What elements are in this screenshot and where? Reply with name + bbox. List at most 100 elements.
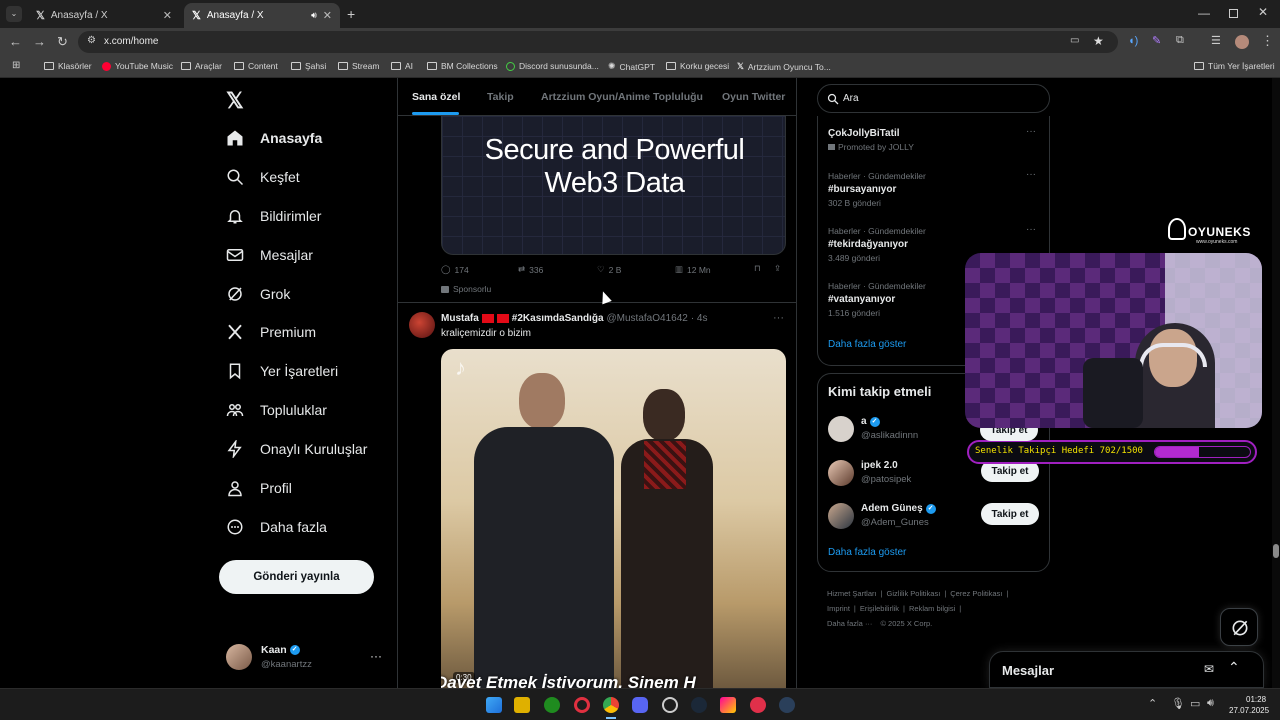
browser-tab[interactable]: 𝕏 Anasayfa / X ✕ bbox=[28, 3, 180, 28]
search-input[interactable]: Ara bbox=[817, 84, 1050, 113]
bookmark-item[interactable]: Tüm Yer İşaretleri bbox=[1194, 61, 1275, 71]
discord-icon[interactable] bbox=[632, 697, 648, 713]
follow-suggestion[interactable]: Adem Güneş ✓ @Adem_Gunes Takip et bbox=[828, 501, 1043, 533]
speaker-icon[interactable]: 🔊︎ bbox=[311, 10, 317, 21]
bookmark-item[interactable]: Discord sunusunda... bbox=[506, 61, 599, 71]
views-button[interactable]: ▥ 12 Mn bbox=[675, 264, 711, 275]
post-avatar[interactable] bbox=[409, 312, 435, 338]
post-time[interactable]: · 4s bbox=[691, 313, 708, 324]
sidebar-item-verified-orgs[interactable]: Onaylı Kuruluşlar bbox=[226, 440, 367, 458]
opera-icon[interactable] bbox=[574, 697, 590, 713]
share-icon[interactable]: ⇪ bbox=[774, 263, 781, 274]
sidebar-item-explore[interactable]: Keşfet bbox=[226, 168, 300, 186]
scrollbar[interactable] bbox=[1272, 78, 1280, 688]
bookmark-item[interactable]: Şahsi bbox=[291, 61, 326, 71]
back-icon[interactable]: ← bbox=[9, 34, 22, 49]
sidebar-item-communities[interactable]: Topluluklar bbox=[226, 401, 327, 419]
post-author-name[interactable]: Mustafa bbox=[441, 313, 479, 324]
trend-item[interactable]: ÇokJollyBiTatil Promoted by JOLLY ··· bbox=[828, 126, 1043, 152]
close-window-button[interactable]: ✕ bbox=[1258, 5, 1268, 19]
bookmark-item[interactable]: AI bbox=[391, 61, 413, 71]
bookmark-item[interactable]: Stream bbox=[338, 61, 379, 71]
post-more-icon[interactable]: ··· bbox=[773, 312, 784, 324]
trends-show-more-link[interactable]: Daha fazla göster bbox=[828, 339, 906, 350]
bookmark-item[interactable]: ✺ ChatGPT bbox=[608, 61, 655, 72]
sidebar-item-notifications[interactable]: Bildirimler bbox=[226, 207, 321, 225]
post-video[interactable]: ♪ 0:30 Davet Etmek İstiyorum, Sinem H bbox=[441, 349, 786, 688]
post-handle[interactable]: @MustafaO41642 bbox=[607, 313, 688, 324]
media-player-icon[interactable] bbox=[750, 697, 766, 713]
store-icon[interactable] bbox=[514, 697, 530, 713]
tab-community[interactable]: Artzzium Oyun/Anime Topluluğu bbox=[541, 91, 703, 103]
sidebar-item-profile[interactable]: Profil bbox=[226, 479, 292, 497]
chrome-icon[interactable] bbox=[603, 697, 619, 713]
steam-icon[interactable] bbox=[691, 697, 707, 713]
sidebar-item-premium[interactable]: Premium bbox=[226, 323, 316, 341]
pen-extension-icon[interactable]: ✎ bbox=[1152, 34, 1161, 47]
kebab-menu-icon[interactable]: ⋮ bbox=[1261, 33, 1274, 49]
repost-button[interactable]: ⇄ 336 bbox=[518, 264, 543, 275]
bookmark-item[interactable]: YouTube Music bbox=[102, 61, 173, 71]
sidebar-item-messages[interactable]: Mesajlar bbox=[226, 246, 313, 264]
volume-icon[interactable]: 🔊︎ bbox=[1207, 697, 1214, 710]
tab-list-chevron-icon[interactable]: ⌄ bbox=[6, 6, 22, 22]
follow-button[interactable]: Takip et bbox=[981, 503, 1039, 525]
like-button[interactable]: ♡ 2 B bbox=[597, 264, 621, 275]
maximize-button[interactable] bbox=[1229, 9, 1238, 18]
ellipsis-icon[interactable]: ··· bbox=[370, 649, 382, 663]
reading-list-icon[interactable]: ☰ bbox=[1211, 34, 1221, 47]
tab-following[interactable]: Takip bbox=[487, 91, 514, 103]
tab-game-twitter[interactable]: Oyun Twitter bbox=[722, 91, 785, 103]
reply-button[interactable]: ◯ 174 bbox=[441, 264, 469, 275]
tray-chevron-icon[interactable]: ⌃ bbox=[1148, 697, 1157, 710]
star-icon[interactable]: ★ bbox=[1093, 34, 1104, 48]
browser-tab-active[interactable]: 𝕏 Anasayfa / X 🔊︎ ✕ bbox=[184, 3, 340, 28]
forward-icon[interactable]: → bbox=[33, 34, 46, 49]
bookmark-item[interactable]: Korku gecesi bbox=[666, 61, 729, 71]
new-tab-button[interactable]: + bbox=[347, 6, 355, 22]
windows-start-icon[interactable] bbox=[486, 697, 502, 713]
x-logo-icon[interactable]: 𝕏 bbox=[226, 88, 244, 114]
account-switcher[interactable]: Kaan ✓ @kaanartzz ··· bbox=[226, 641, 386, 673]
trend-more-icon[interactable]: ··· bbox=[1026, 126, 1036, 137]
clock-date[interactable]: 27.07.2025 bbox=[1229, 706, 1269, 715]
minimize-button[interactable]: — bbox=[1198, 6, 1210, 20]
steam-icon[interactable] bbox=[779, 697, 795, 713]
xbox-icon[interactable] bbox=[544, 697, 560, 713]
bookmark-item[interactable]: Klasörler bbox=[44, 61, 92, 71]
grok-float-button[interactable] bbox=[1220, 608, 1258, 646]
bookmark-item[interactable]: Araçlar bbox=[181, 61, 222, 71]
photos-icon[interactable] bbox=[720, 697, 736, 713]
extension-icon[interactable]: ◖) bbox=[1128, 35, 1138, 47]
profile-avatar[interactable] bbox=[1235, 35, 1249, 49]
messages-drawer[interactable]: Mesajlar ✉ ⌃ bbox=[989, 651, 1264, 688]
sidebar-item-grok[interactable]: Grok bbox=[226, 285, 290, 303]
sidebar-item-bookmarks[interactable]: Yer İşaretleri bbox=[226, 362, 338, 380]
trend-more-icon[interactable]: ··· bbox=[1026, 224, 1036, 235]
puzzle-icon[interactable]: ⧉ bbox=[1176, 34, 1184, 47]
ad-media[interactable]: Secure and Powerful Web3 Data bbox=[441, 116, 786, 255]
trend-item[interactable]: Haberler · Gündemdekiler #bursayanıyor 3… bbox=[828, 169, 1043, 208]
scrollbar-thumb[interactable] bbox=[1273, 544, 1279, 558]
post-button[interactable]: Gönderi yayınla bbox=[219, 560, 374, 594]
bookmark-icon[interactable]: ⊓ bbox=[754, 263, 761, 274]
clock-time[interactable]: 01:28 bbox=[1246, 695, 1266, 704]
trend-more-icon[interactable]: ··· bbox=[1026, 169, 1036, 180]
site-settings-icon[interactable]: ⚙ bbox=[87, 35, 96, 46]
microphone-icon[interactable]: 🎙︎ bbox=[1171, 697, 1185, 710]
bookmark-item[interactable]: BM Collections bbox=[427, 61, 498, 71]
apps-grid-icon[interactable]: ⊞ bbox=[12, 60, 20, 71]
obs-icon[interactable] bbox=[662, 697, 678, 713]
network-icon[interactable]: ▭ bbox=[1190, 697, 1200, 710]
follow-show-more-link[interactable]: Daha fazla göster bbox=[828, 547, 906, 558]
tab-for-you[interactable]: Sana özel bbox=[412, 91, 460, 103]
bookmark-item[interactable]: Content bbox=[234, 61, 278, 71]
sidebar-item-home[interactable]: Anasayfa bbox=[226, 129, 322, 147]
reload-icon[interactable]: ↻ bbox=[57, 34, 68, 50]
url-field[interactable]: ⚙ x.com/home ▭ ★ bbox=[78, 31, 1118, 53]
close-icon[interactable]: ✕ bbox=[163, 9, 172, 22]
cast-icon[interactable]: ▭ bbox=[1070, 35, 1079, 46]
chevron-up-icon[interactable]: ⌃ bbox=[1228, 659, 1240, 676]
new-message-icon[interactable]: ✉ bbox=[1204, 662, 1214, 676]
bookmark-item[interactable]: 𝕏 Artzzium Oyuncu To... bbox=[737, 61, 831, 72]
